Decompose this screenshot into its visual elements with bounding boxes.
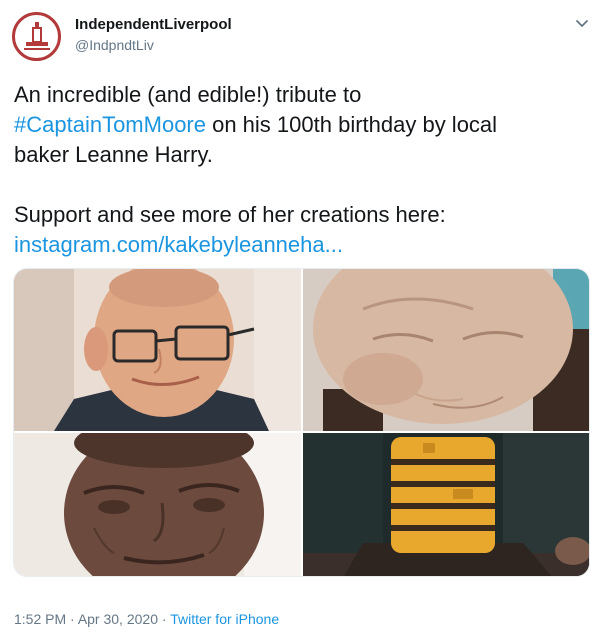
- tweet-meta: 1:52 PM · Apr 30, 2020 · Twitter for iPh…: [14, 611, 279, 627]
- tweet-source-link[interactable]: Twitter for iPhone: [170, 611, 279, 627]
- author-name[interactable]: IndependentLiverpool: [75, 16, 232, 33]
- tweet-line-3: baker Leanne Harry.: [14, 142, 213, 167]
- liver-building-logo-icon: [23, 21, 50, 50]
- tweet-line-4: Support and see more of her creations he…: [14, 202, 446, 227]
- tweet-date[interactable]: Apr 30, 2020: [78, 611, 158, 627]
- fondant-face-closeup-image: [303, 269, 589, 431]
- author-handle[interactable]: @IndpndtLiv: [75, 37, 154, 53]
- chocolate-sculpt-image: [14, 433, 301, 576]
- media-grid: [13, 268, 590, 577]
- tweet-line-2-rest: on his 100th birthday by local: [205, 112, 498, 137]
- photo-1[interactable]: [14, 269, 301, 431]
- avatar[interactable]: [12, 12, 61, 61]
- chevron-down-icon[interactable]: [573, 14, 591, 32]
- cake-bust-glasses-image: [14, 269, 301, 431]
- instagram-link[interactable]: instagram.com/kakebyleanneha...: [14, 230, 594, 260]
- tweet-line-2: #CaptainTomMoore on his 100th birthday b…: [14, 110, 594, 140]
- photo-2[interactable]: [303, 269, 589, 431]
- photo-4[interactable]: [303, 433, 589, 576]
- tweet-time[interactable]: 1:52 PM: [14, 611, 66, 627]
- tweet-line-1: An incredible (and edible!) tribute to: [14, 82, 362, 107]
- meta-separator: ·: [66, 611, 78, 627]
- tweet-card: IndependentLiverpool @IndpndtLiv An incr…: [0, 0, 607, 640]
- hashtag-link[interactable]: #CaptainTomMoore: [14, 112, 206, 137]
- photo-3[interactable]: [14, 433, 301, 576]
- tweet-text: An incredible (and edible!) tribute to #…: [14, 80, 594, 260]
- sponge-cake-structure-image: [303, 433, 589, 576]
- meta-separator: ·: [157, 611, 171, 627]
